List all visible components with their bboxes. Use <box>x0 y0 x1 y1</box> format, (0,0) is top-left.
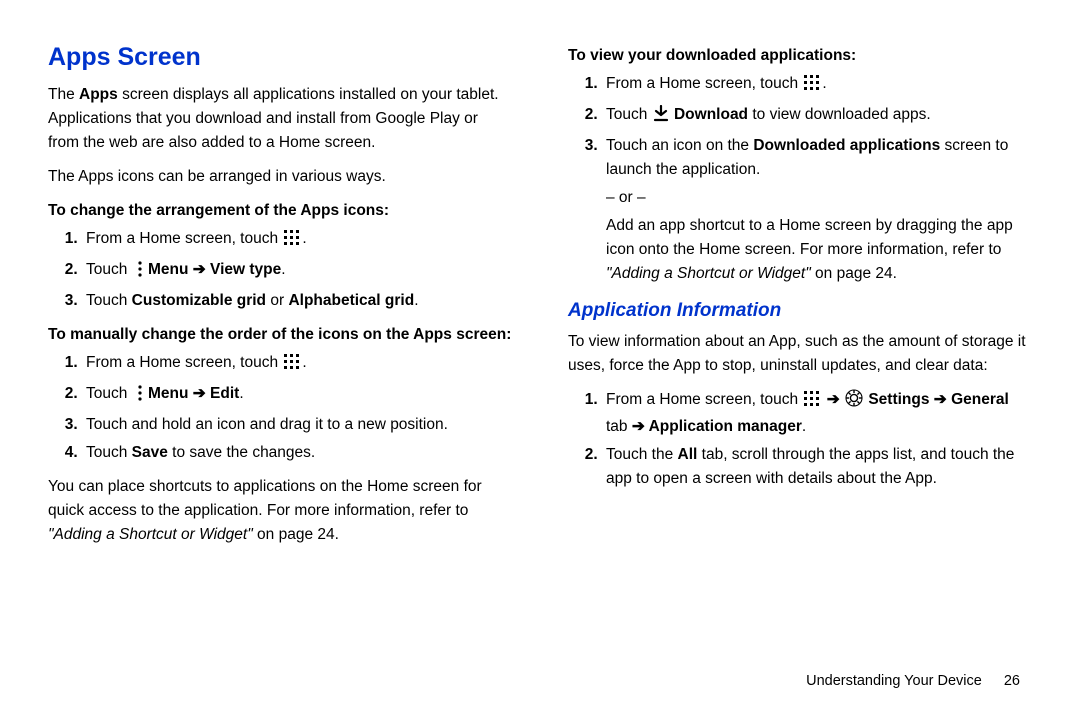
steps-change-arrangement: From a Home screen, touch . Touch Menu ➔… <box>48 227 512 313</box>
subsection-title-app-info: Application Information <box>568 296 1032 325</box>
shortcuts-info: You can place shortcuts to applications … <box>48 475 512 547</box>
apps-grid-icon <box>803 390 821 415</box>
right-column: To view your downloaded applications: Fr… <box>568 38 1032 557</box>
apps-icons-arranged: The Apps icons can be arranged in variou… <box>48 165 512 189</box>
lead-manual-order: To manually change the order of the icon… <box>48 323 512 347</box>
section-title-apps-screen: Apps Screen <box>48 38 512 77</box>
apps-grid-icon <box>283 229 301 254</box>
step: Touch Download to view downloaded apps. <box>602 103 1032 130</box>
menu-icon <box>133 260 143 285</box>
left-column: Apps Screen The Apps screen displays all… <box>48 38 512 557</box>
step: Touch and hold an icon and drag it to a … <box>82 413 512 437</box>
steps-manual-order: From a Home screen, touch . Touch Menu ➔… <box>48 351 512 465</box>
steps-app-info: From a Home screen, touch ➔ Settings ➔ G… <box>568 388 1032 491</box>
step: Touch Menu ➔ View type. <box>82 258 512 285</box>
menu-icon <box>133 384 143 409</box>
footer-page-number: 26 <box>1004 673 1020 689</box>
step: Touch an icon on the Downloaded applicat… <box>602 134 1032 286</box>
lead-change-arrangement: To change the arrangement of the Apps ic… <box>48 199 512 223</box>
step: Touch Save to save the changes. <box>82 441 512 465</box>
step: From a Home screen, touch . <box>82 227 512 254</box>
footer-chapter: Understanding Your Device <box>806 673 982 689</box>
app-info-intro: To view information about an App, such a… <box>568 330 1032 378</box>
apps-grid-icon <box>283 353 301 378</box>
step: Touch Menu ➔ Edit. <box>82 382 512 409</box>
step: Touch Customizable grid or Alphabetical … <box>82 289 512 313</box>
step: Touch the All tab, scroll through the ap… <box>602 443 1032 491</box>
step: From a Home screen, touch ➔ Settings ➔ G… <box>602 388 1032 439</box>
step: From a Home screen, touch . <box>602 72 1032 99</box>
page-footer: Understanding Your Device 26 <box>806 670 1020 692</box>
or-separator: – or – <box>606 186 1032 210</box>
download-icon <box>653 105 669 130</box>
apps-screen-intro: The Apps screen displays all application… <box>48 83 512 155</box>
lead-view-downloaded: To view your downloaded applications: <box>568 44 1032 68</box>
settings-gear-icon <box>845 389 863 415</box>
steps-view-downloaded: From a Home screen, touch . Touch Downlo… <box>568 72 1032 286</box>
step: From a Home screen, touch . <box>82 351 512 378</box>
manual-page: Apps Screen The Apps screen displays all… <box>0 0 1080 577</box>
apps-grid-icon <box>803 74 821 99</box>
